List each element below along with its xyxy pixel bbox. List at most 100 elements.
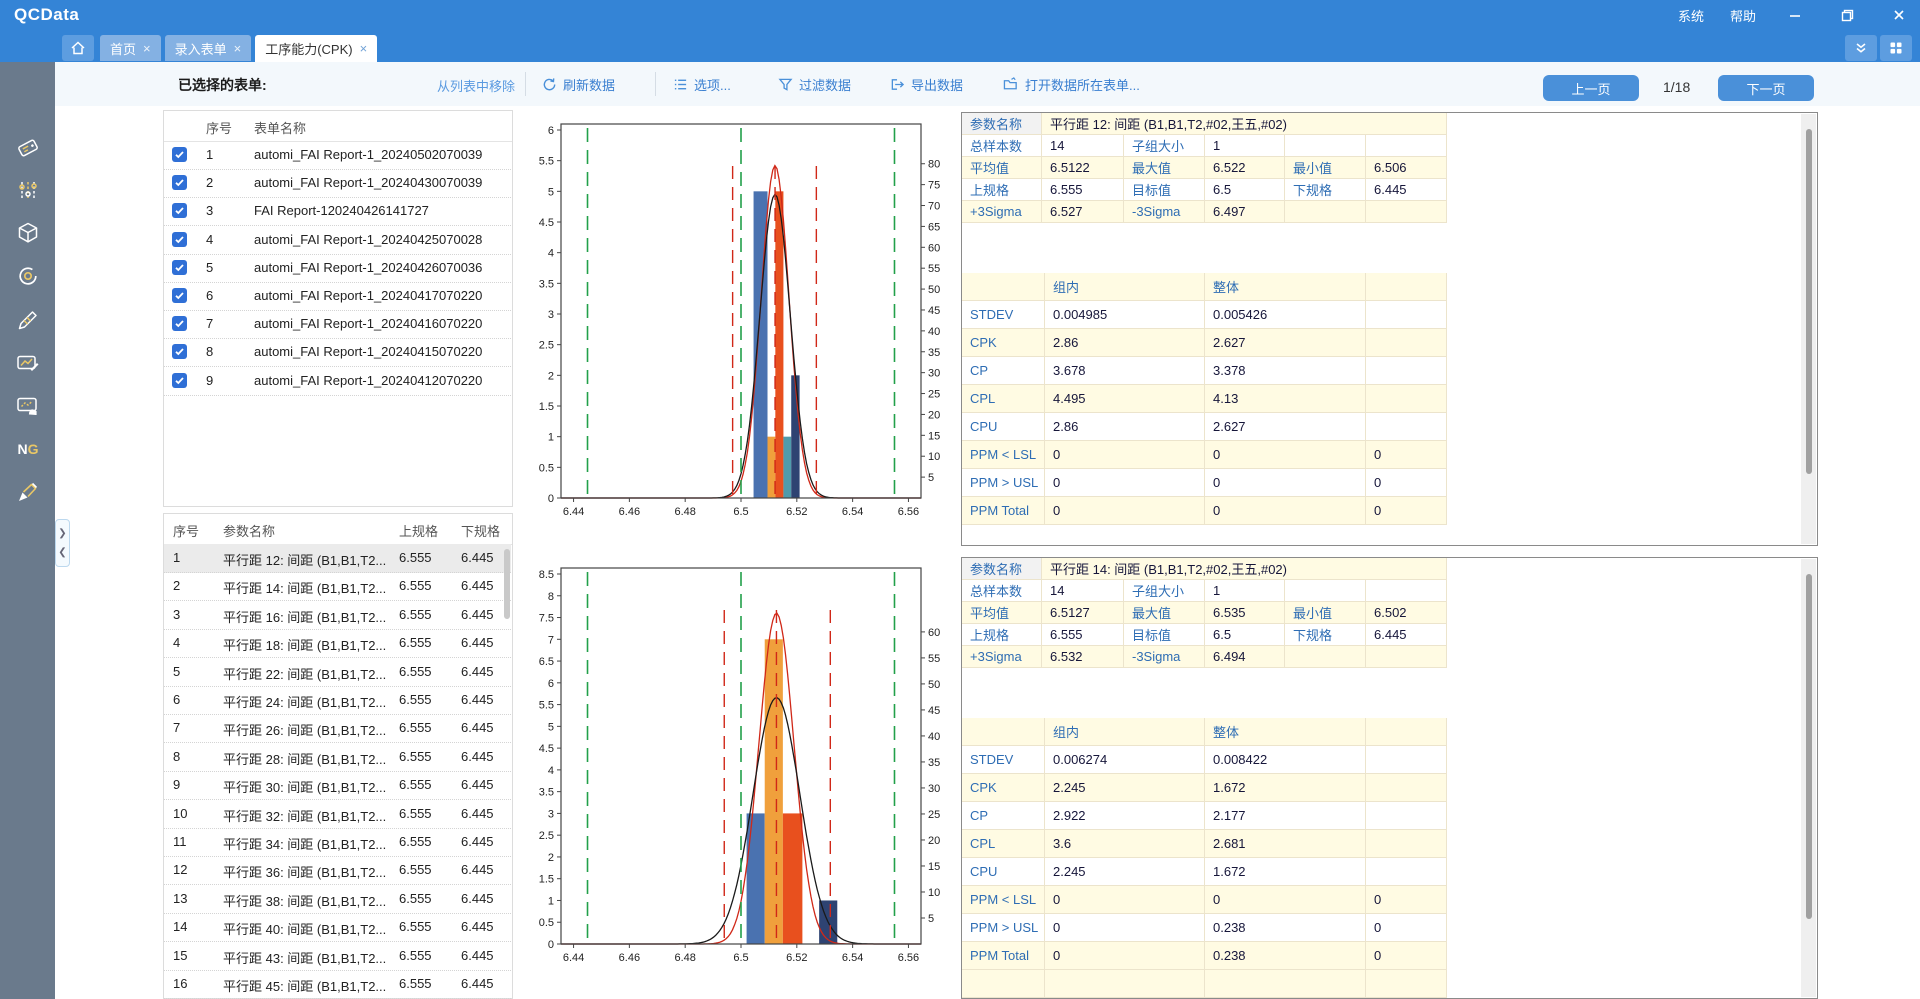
options-button[interactable]: 选项... (673, 71, 731, 97)
filter-data-label: 过滤数据 (799, 75, 851, 94)
param-table-scrollbar[interactable] (504, 549, 510, 619)
svg-text:50: 50 (928, 679, 940, 691)
param-table-row[interactable]: 15平行距 43: 间距 (B1,B1,T2...6.5556.445 (164, 942, 511, 971)
stats-value-cell: 0 (1366, 469, 1447, 497)
param-row-name: 平行距 14: 间距 (B1,B1,T2... (223, 578, 395, 597)
form-row-checkbox[interactable] (172, 203, 187, 218)
stats-panel-scrollbar-thumb[interactable] (1806, 574, 1812, 919)
param-table-row[interactable]: 12平行距 36: 间距 (B1,B1,T2...6.5556.445 (164, 856, 511, 885)
param-row-usl: 6.555 (399, 578, 432, 593)
sidebar-item-pencil[interactable] (14, 306, 42, 334)
param-table-row[interactable]: 4平行距 18: 间距 (B1,B1,T2...6.5556.445 (164, 629, 511, 658)
param-row-lsl: 6.445 (461, 692, 494, 707)
sidebar-item-cube[interactable] (14, 219, 42, 247)
prev-page-button[interactable]: 上一页 (1543, 75, 1639, 101)
next-page-button[interactable]: 下一页 (1718, 75, 1814, 101)
panel-collapse-handle[interactable]: ❯ ❮ (55, 519, 70, 567)
stats-value-cell: 6.5127 (1042, 602, 1124, 624)
svg-text:5: 5 (548, 186, 554, 198)
cube-icon (15, 220, 41, 246)
form-list-row[interactable]: 4automi_FAI Report-1_20240425070028 (164, 226, 511, 255)
sidebar-item-target[interactable] (14, 262, 42, 290)
param-table-row[interactable]: 14平行距 40: 间距 (B1,B1,T2...6.5556.445 (164, 913, 511, 942)
restore-button[interactable] (1834, 3, 1860, 27)
open-source-form-button[interactable]: 打开数据所在表单... (1003, 71, 1140, 97)
param-table-row[interactable]: 3平行距 16: 间距 (B1,B1,T2...6.5556.445 (164, 601, 511, 630)
histogram-bar (783, 437, 791, 498)
form-row-checkbox[interactable] (172, 147, 187, 162)
form-row-checkbox[interactable] (172, 316, 187, 331)
form-list-row[interactable]: 1automi_FAI Report-1_20240502070039 (164, 141, 511, 170)
param-table-row[interactable]: 1平行距 12: 间距 (B1,B1,T2...6.5556.445 (164, 544, 511, 573)
form-row-checkbox[interactable] (172, 232, 187, 247)
svg-text:40: 40 (928, 731, 940, 743)
param-table-row[interactable]: 2平行距 14: 间距 (B1,B1,T2...6.5556.445 (164, 572, 511, 601)
form-list-row[interactable]: 8automi_FAI Report-1_20240415070220 (164, 338, 511, 367)
stats-row: CPU2.2451.672 (962, 858, 1447, 886)
remove-from-list-link[interactable]: 从列表中移除 (437, 76, 515, 95)
sidebar-item-sliders[interactable] (14, 177, 42, 205)
grid-view-button[interactable] (1880, 35, 1912, 61)
param-table-row[interactable]: 5平行距 22: 间距 (B1,B1,T2...6.5556.445 (164, 658, 511, 687)
form-row-checkbox[interactable] (172, 373, 187, 388)
form-list-row[interactable]: 9automi_FAI Report-1_20240412070220 (164, 367, 511, 396)
sidebar-item-pen-tool[interactable] (14, 478, 42, 506)
tab-close-icon[interactable]: × (234, 41, 242, 56)
menu-system[interactable]: 系统 (1678, 6, 1704, 25)
stats-value-cell: 0 (1045, 497, 1205, 525)
stats-value-cell: 0.238 (1205, 942, 1366, 970)
form-row-checkbox[interactable] (172, 344, 187, 359)
sidebar-item-tag[interactable] (14, 134, 42, 162)
chart-edit-icon (15, 350, 41, 376)
param-row-num: 2 (173, 578, 180, 593)
form-list-header: 序号 表单名称 (164, 111, 512, 142)
form-list-row[interactable]: 7automi_FAI Report-1_20240416070220 (164, 310, 511, 339)
form-row-checkbox[interactable] (172, 175, 187, 190)
export-data-button[interactable]: 导出数据 (890, 71, 963, 97)
sidebar-item-ng[interactable]: NG (14, 435, 42, 463)
svg-text:NG: NG (17, 441, 38, 457)
param-table-row[interactable]: 10平行距 32: 间距 (B1,B1,T2...6.5556.445 (164, 800, 511, 829)
stats-value-cell: 2.922 (1045, 802, 1205, 830)
stats-row: CPK2.2451.672 (962, 774, 1447, 802)
form-row-checkbox[interactable] (172, 288, 187, 303)
param-table-row[interactable]: 7平行距 26: 间距 (B1,B1,T2...6.5556.445 (164, 714, 511, 743)
stats-label-cell: PPM < LSL (962, 441, 1045, 469)
stats-value-cell: 0.006274 (1045, 746, 1205, 774)
form-list-row[interactable]: 3FAI Report-120240426141727 (164, 197, 511, 226)
param-table-row[interactable]: 13平行距 38: 间距 (B1,B1,T2...6.5556.445 (164, 885, 511, 914)
stats-label-cell: 总样本数 (962, 135, 1042, 157)
tab-close-icon[interactable]: × (143, 41, 151, 56)
tab-工序能力(CPK)[interactable]: 工序能力(CPK)× (255, 35, 377, 62)
svg-text:6.46: 6.46 (619, 952, 640, 964)
param-table-row[interactable]: 8平行距 28: 间距 (B1,B1,T2...6.5556.445 (164, 743, 511, 772)
stats-row: CPK2.862.627 (962, 329, 1447, 357)
form-list-row[interactable]: 2automi_FAI Report-1_20240430070039 (164, 169, 511, 198)
minimize-button[interactable] (1782, 3, 1808, 27)
param-row-lsl: 6.445 (461, 635, 494, 650)
param-table-row[interactable]: 9平行距 30: 间距 (B1,B1,T2...6.5556.445 (164, 771, 511, 800)
param-row-usl: 6.555 (399, 607, 432, 622)
refresh-data-button[interactable]: 刷新数据 (542, 71, 615, 97)
param-table-row[interactable]: 11平行距 34: 间距 (B1,B1,T2...6.5556.445 (164, 828, 511, 857)
sidebar-item-chart-edit[interactable] (14, 349, 42, 377)
histogram-bar (747, 813, 765, 944)
tab-首页[interactable]: 首页× (100, 35, 161, 61)
sidebar-item-chart-hand[interactable] (14, 392, 42, 420)
param-row-lsl: 6.445 (461, 777, 494, 792)
stats-panel-scrollbar-thumb[interactable] (1806, 129, 1812, 474)
param-row-name: 平行距 30: 间距 (B1,B1,T2... (223, 777, 395, 796)
tab-录入表单[interactable]: 录入表单× (165, 35, 252, 61)
param-table-row[interactable]: 16平行距 45: 间距 (B1,B1,T2...6.5556.445 (164, 970, 511, 999)
form-list-row[interactable]: 5automi_FAI Report-1_20240426070036 (164, 254, 511, 283)
menu-help[interactable]: 帮助 (1730, 6, 1756, 25)
form-row-checkbox[interactable] (172, 260, 187, 275)
tab-home[interactable] (62, 35, 94, 61)
tab-close-icon[interactable]: × (360, 41, 368, 56)
close-button[interactable] (1886, 3, 1912, 27)
param-table-row[interactable]: 6平行距 24: 间距 (B1,B1,T2...6.5556.445 (164, 686, 511, 715)
collapse-tabs-button[interactable] (1845, 35, 1877, 61)
form-list-row[interactable]: 6automi_FAI Report-1_20240417070220 (164, 282, 511, 311)
filter-data-button[interactable]: 过滤数据 (778, 71, 851, 97)
svg-text:10: 10 (928, 887, 940, 899)
